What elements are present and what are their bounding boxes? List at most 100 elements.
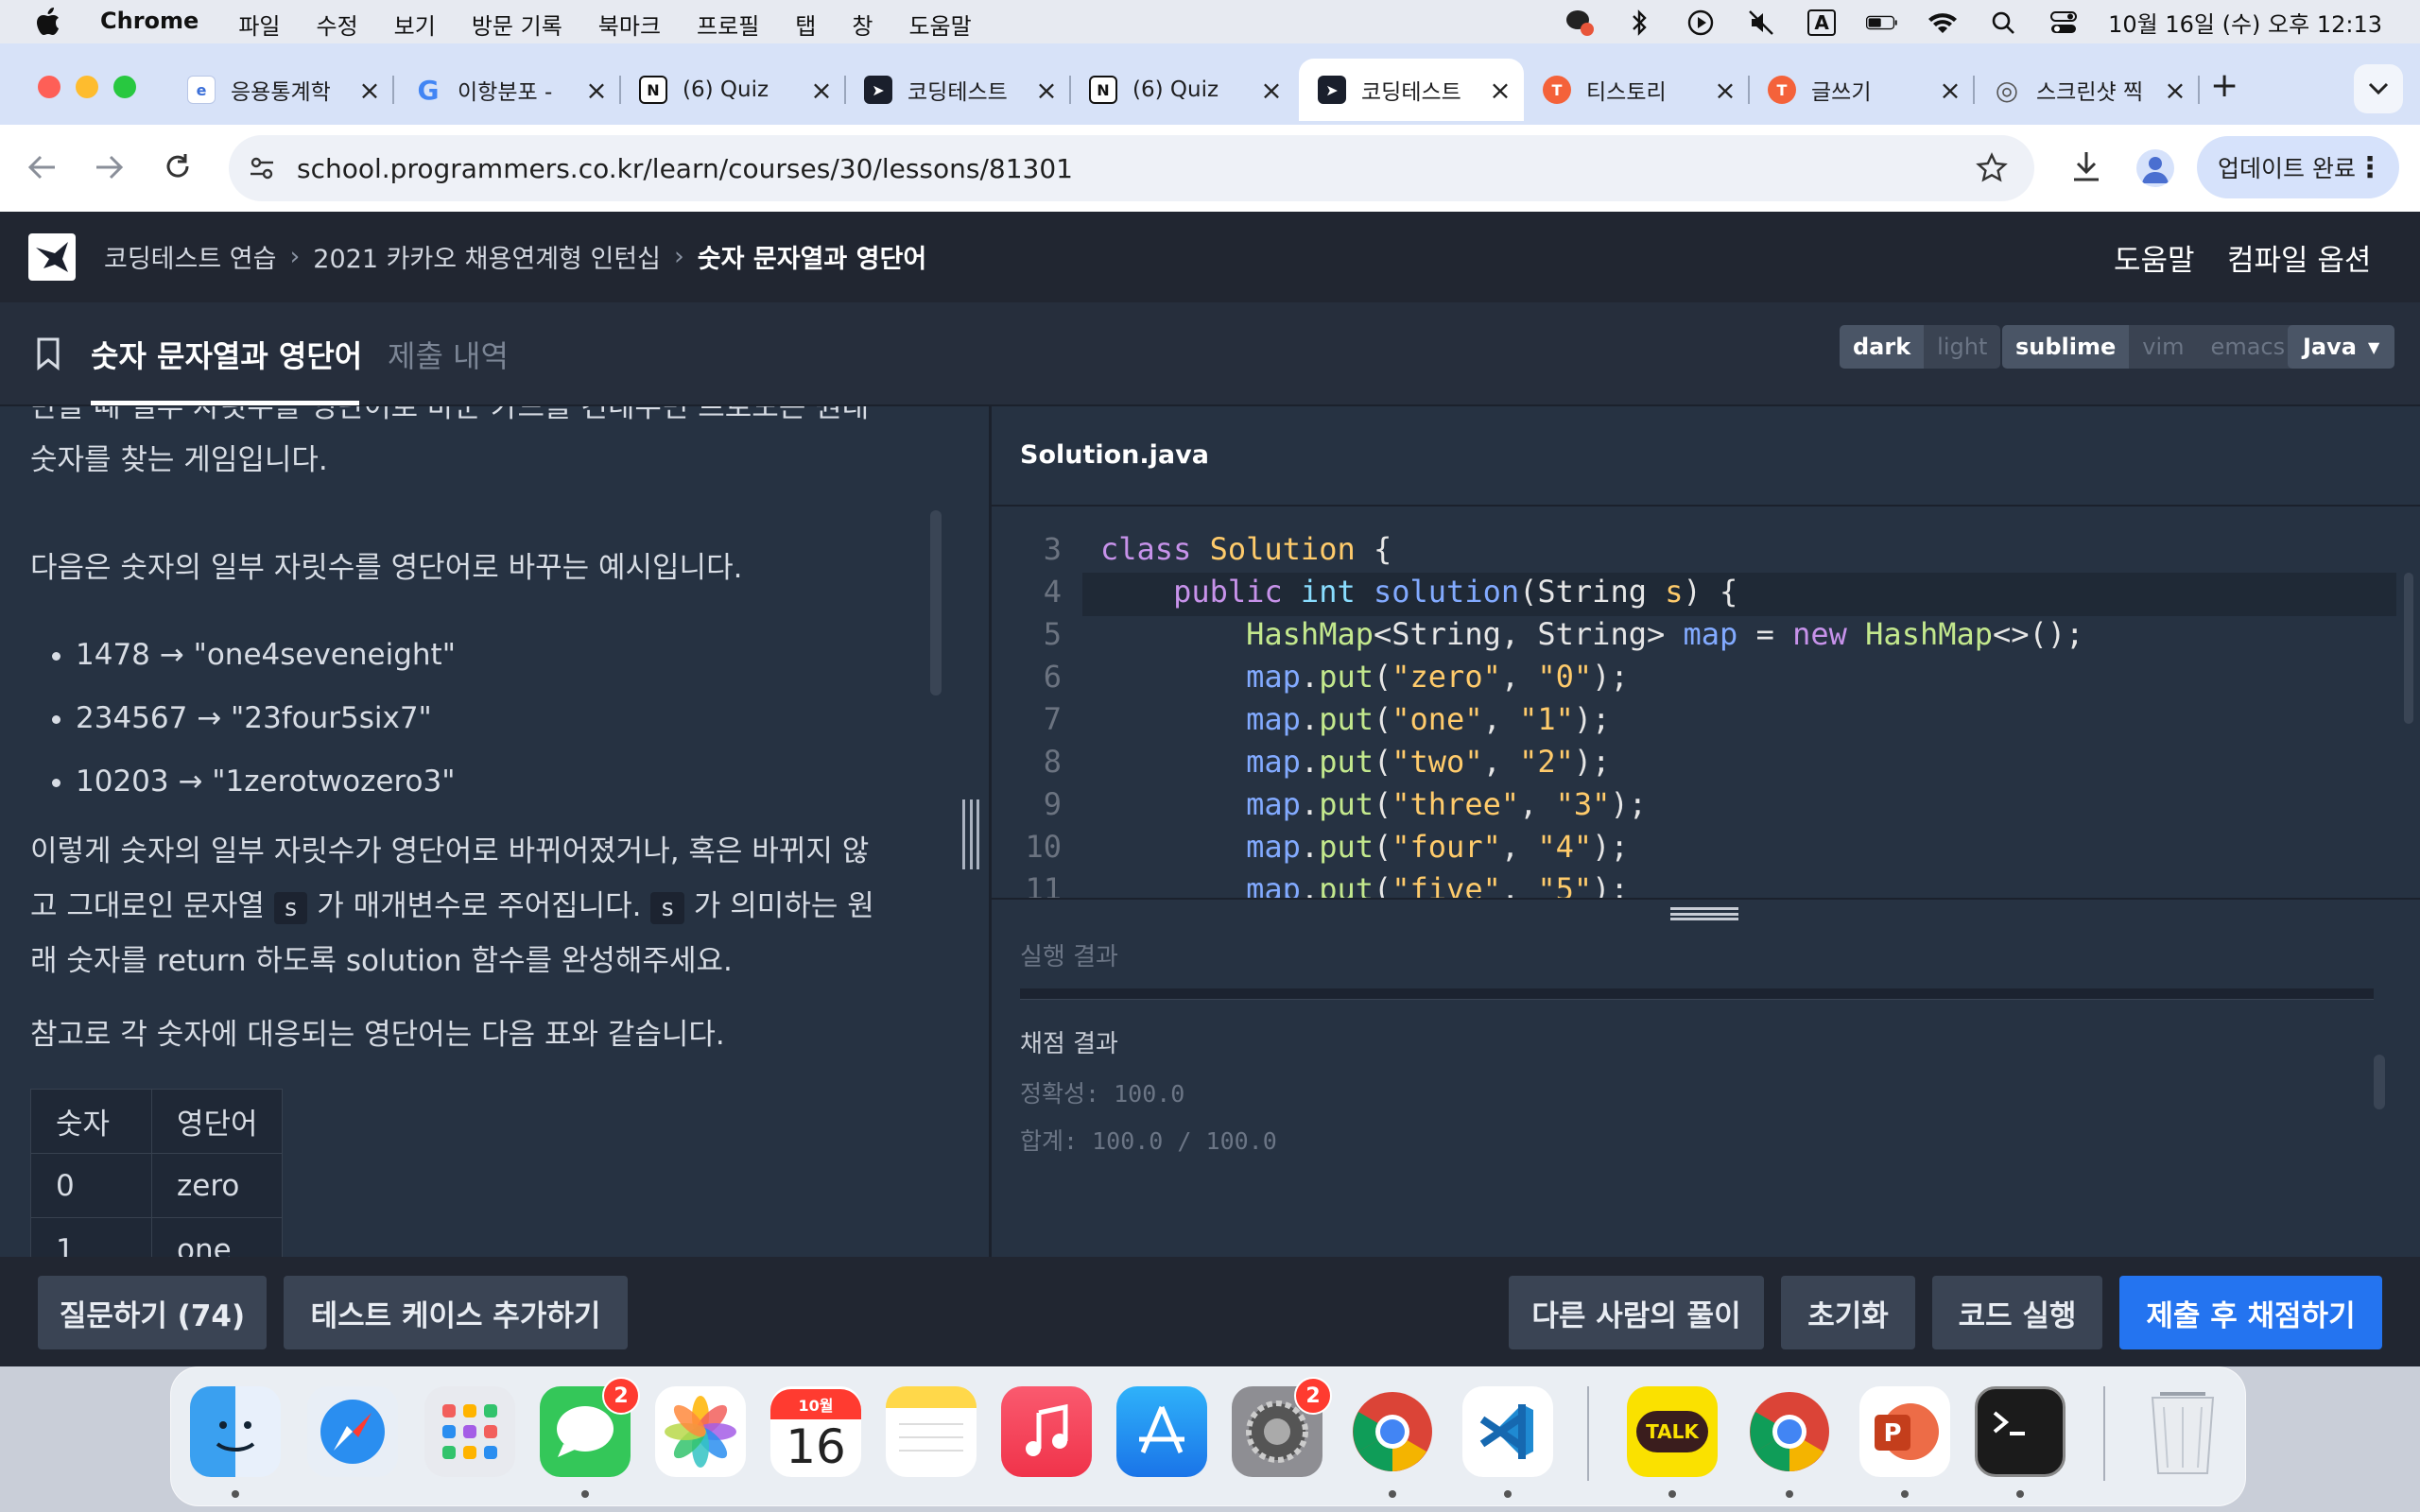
bookmark-star-icon[interactable] bbox=[1976, 152, 2008, 184]
powerpoint-icon[interactable]: P bbox=[1859, 1386, 1950, 1477]
forward-arrow-icon[interactable] bbox=[93, 153, 125, 181]
help-link[interactable]: 도움말 bbox=[2114, 236, 2195, 279]
terminal-icon[interactable] bbox=[1975, 1386, 2066, 1477]
photos-icon[interactable] bbox=[655, 1386, 746, 1477]
keymap-sublime-option[interactable]: sublime bbox=[2002, 325, 2130, 369]
add-testcase-button[interactable]: 테스트 케이스 추가하기 bbox=[284, 1276, 628, 1349]
menu-file[interactable]: 파일 bbox=[238, 8, 280, 41]
url-bar[interactable]: school.programmers.co.kr/learn/courses/3… bbox=[229, 135, 2034, 201]
tab-stats[interactable]: e 응용통계학 × bbox=[168, 59, 394, 121]
tab-coding-test-active[interactable]: ➤ 코딩테스트 × bbox=[1299, 59, 1524, 121]
code-line[interactable]: 3 class Solution { bbox=[992, 531, 2420, 574]
tab-quiz-2[interactable]: N (6) Quiz × bbox=[1070, 59, 1295, 121]
code-line[interactable]: 10 map.put("four", "4"); bbox=[992, 829, 2420, 871]
code-line[interactable]: 11 map.put("five", "5"); bbox=[992, 871, 2420, 900]
tab-submissions[interactable]: 제출 내역 bbox=[388, 333, 509, 376]
battery-icon[interactable] bbox=[1866, 7, 1898, 39]
results-scrollbar[interactable] bbox=[2374, 1055, 2385, 1109]
back-arrow-icon[interactable] bbox=[26, 153, 59, 181]
tab-quiz-1[interactable]: N (6) Quiz × bbox=[620, 59, 846, 121]
others-solutions-button[interactable]: 다른 사람의 풀이 bbox=[1509, 1276, 1764, 1349]
menu-profiles[interactable]: 프로필 bbox=[697, 8, 759, 41]
control-center-icon[interactable] bbox=[2048, 7, 2080, 39]
run-code-button[interactable]: 코드 실행 bbox=[1932, 1276, 2102, 1349]
tab-screenshot[interactable]: ◎ 스크린샷 찍 × bbox=[1974, 59, 2200, 121]
tab-search-button[interactable] bbox=[2354, 64, 2403, 113]
menu-bookmarks[interactable]: 북마크 bbox=[598, 8, 661, 41]
breadcrumb-item[interactable]: 코딩테스트 연습 bbox=[104, 238, 276, 275]
notes-icon[interactable] bbox=[886, 1386, 977, 1477]
apple-logo-icon[interactable] bbox=[36, 8, 60, 36]
window-maximize-button[interactable] bbox=[113, 76, 136, 98]
menu-window[interactable]: 창 bbox=[852, 8, 873, 41]
window-close-button[interactable] bbox=[38, 76, 60, 98]
menu-tab[interactable]: 탭 bbox=[795, 8, 816, 41]
ask-question-button[interactable]: 질문하기 (74) bbox=[38, 1276, 267, 1349]
trash-icon[interactable] bbox=[2137, 1386, 2228, 1477]
vscode-icon[interactable] bbox=[1462, 1386, 1553, 1477]
more-vertical-icon[interactable]: ⋮ bbox=[2356, 151, 2384, 184]
close-icon[interactable]: × bbox=[2161, 75, 2189, 106]
language-select[interactable]: Java ▼ bbox=[2288, 325, 2395, 369]
input-source-icon[interactable]: A bbox=[1806, 7, 1838, 39]
theme-light-option[interactable]: light bbox=[1924, 325, 2001, 369]
code-line[interactable]: 5 HashMap<String, String> map = new Hash… bbox=[992, 616, 2420, 659]
menu-edit[interactable]: 수정 bbox=[316, 8, 357, 41]
menu-help[interactable]: 도움말 bbox=[908, 8, 971, 41]
editor-scrollbar[interactable] bbox=[2404, 573, 2413, 724]
code-line[interactable]: 7 map.put("one", "1"); bbox=[992, 701, 2420, 744]
keymap-emacs-option[interactable]: emacs bbox=[2197, 325, 2299, 369]
pane-resize-handle[interactable] bbox=[962, 799, 979, 869]
close-icon[interactable]: × bbox=[1032, 75, 1061, 106]
tab-tistory[interactable]: T 티스토리 × bbox=[1524, 59, 1750, 121]
close-icon[interactable]: × bbox=[1936, 75, 1964, 106]
app-store-icon[interactable] bbox=[1116, 1386, 1207, 1477]
close-icon[interactable]: × bbox=[807, 75, 836, 106]
site-settings-icon[interactable] bbox=[248, 154, 276, 182]
code-line[interactable]: 6 map.put("zero", "0"); bbox=[992, 659, 2420, 701]
chrome-profile-icon[interactable] bbox=[1744, 1386, 1835, 1477]
tab-binomial[interactable]: G 이항분포 - × bbox=[395, 59, 621, 121]
media-play-icon[interactable] bbox=[1685, 7, 1717, 39]
reset-button[interactable]: 초기화 bbox=[1781, 1276, 1915, 1349]
close-icon[interactable]: × bbox=[582, 75, 611, 106]
mute-icon[interactable] bbox=[1745, 7, 1777, 39]
code-line[interactable]: 9 map.put("three", "3"); bbox=[992, 786, 2420, 829]
close-icon[interactable]: × bbox=[1711, 75, 1739, 106]
description-scrollbar[interactable] bbox=[930, 510, 942, 696]
bluetooth-icon[interactable] bbox=[1624, 7, 1656, 39]
music-icon[interactable] bbox=[1001, 1386, 1092, 1477]
menubar-datetime[interactable]: 10월 16일 (수) 오후 12:13 bbox=[2108, 6, 2382, 39]
launchpad-icon[interactable] bbox=[424, 1386, 515, 1477]
compile-options-link[interactable]: 컴파일 옵션 bbox=[2227, 236, 2371, 279]
menu-app-name[interactable]: Chrome bbox=[100, 8, 199, 41]
chat-status-icon[interactable] bbox=[1564, 7, 1596, 39]
tab-problem[interactable]: 숫자 문자열과 영단어 bbox=[91, 333, 362, 376]
system-settings-icon[interactable]: 2 bbox=[1232, 1377, 1332, 1477]
code-line[interactable]: 8 map.put("two", "2"); bbox=[992, 744, 2420, 786]
download-icon[interactable] bbox=[2070, 149, 2102, 183]
update-button[interactable]: 업데이트 완료 ⋮ bbox=[2197, 136, 2399, 198]
new-tab-button[interactable]: + bbox=[2210, 66, 2238, 105]
close-icon[interactable]: × bbox=[1486, 75, 1514, 106]
close-icon[interactable]: × bbox=[355, 75, 384, 106]
menu-view[interactable]: 보기 bbox=[394, 8, 436, 41]
menu-history[interactable]: 방문 기록 bbox=[472, 8, 562, 41]
finder-icon[interactable] bbox=[190, 1386, 281, 1477]
chrome-icon[interactable] bbox=[1347, 1386, 1438, 1477]
code-line[interactable]: 4 public int solution(String s) { bbox=[992, 574, 2420, 616]
close-icon[interactable]: × bbox=[1257, 75, 1286, 106]
results-resize-handle[interactable] bbox=[1670, 907, 1738, 920]
tab-coding-test-1[interactable]: ➤ 코딩테스트 × bbox=[845, 59, 1071, 121]
theme-dark-option[interactable]: dark bbox=[1840, 325, 1925, 369]
programmers-logo[interactable] bbox=[28, 233, 76, 281]
bookmark-icon[interactable] bbox=[36, 336, 60, 370]
reload-icon[interactable] bbox=[163, 151, 193, 181]
kakaotalk-icon[interactable]: TALK bbox=[1627, 1386, 1718, 1477]
messages-icon[interactable]: 2 bbox=[540, 1377, 640, 1477]
profile-avatar[interactable] bbox=[2136, 149, 2174, 187]
submit-button[interactable]: 제출 후 채점하기 bbox=[2119, 1276, 2382, 1349]
wifi-icon[interactable] bbox=[1927, 7, 1959, 39]
breadcrumb-item[interactable]: 2021 카카오 채용연계형 인턴십 bbox=[313, 238, 661, 275]
url-text[interactable]: school.programmers.co.kr/learn/courses/3… bbox=[297, 153, 1073, 184]
